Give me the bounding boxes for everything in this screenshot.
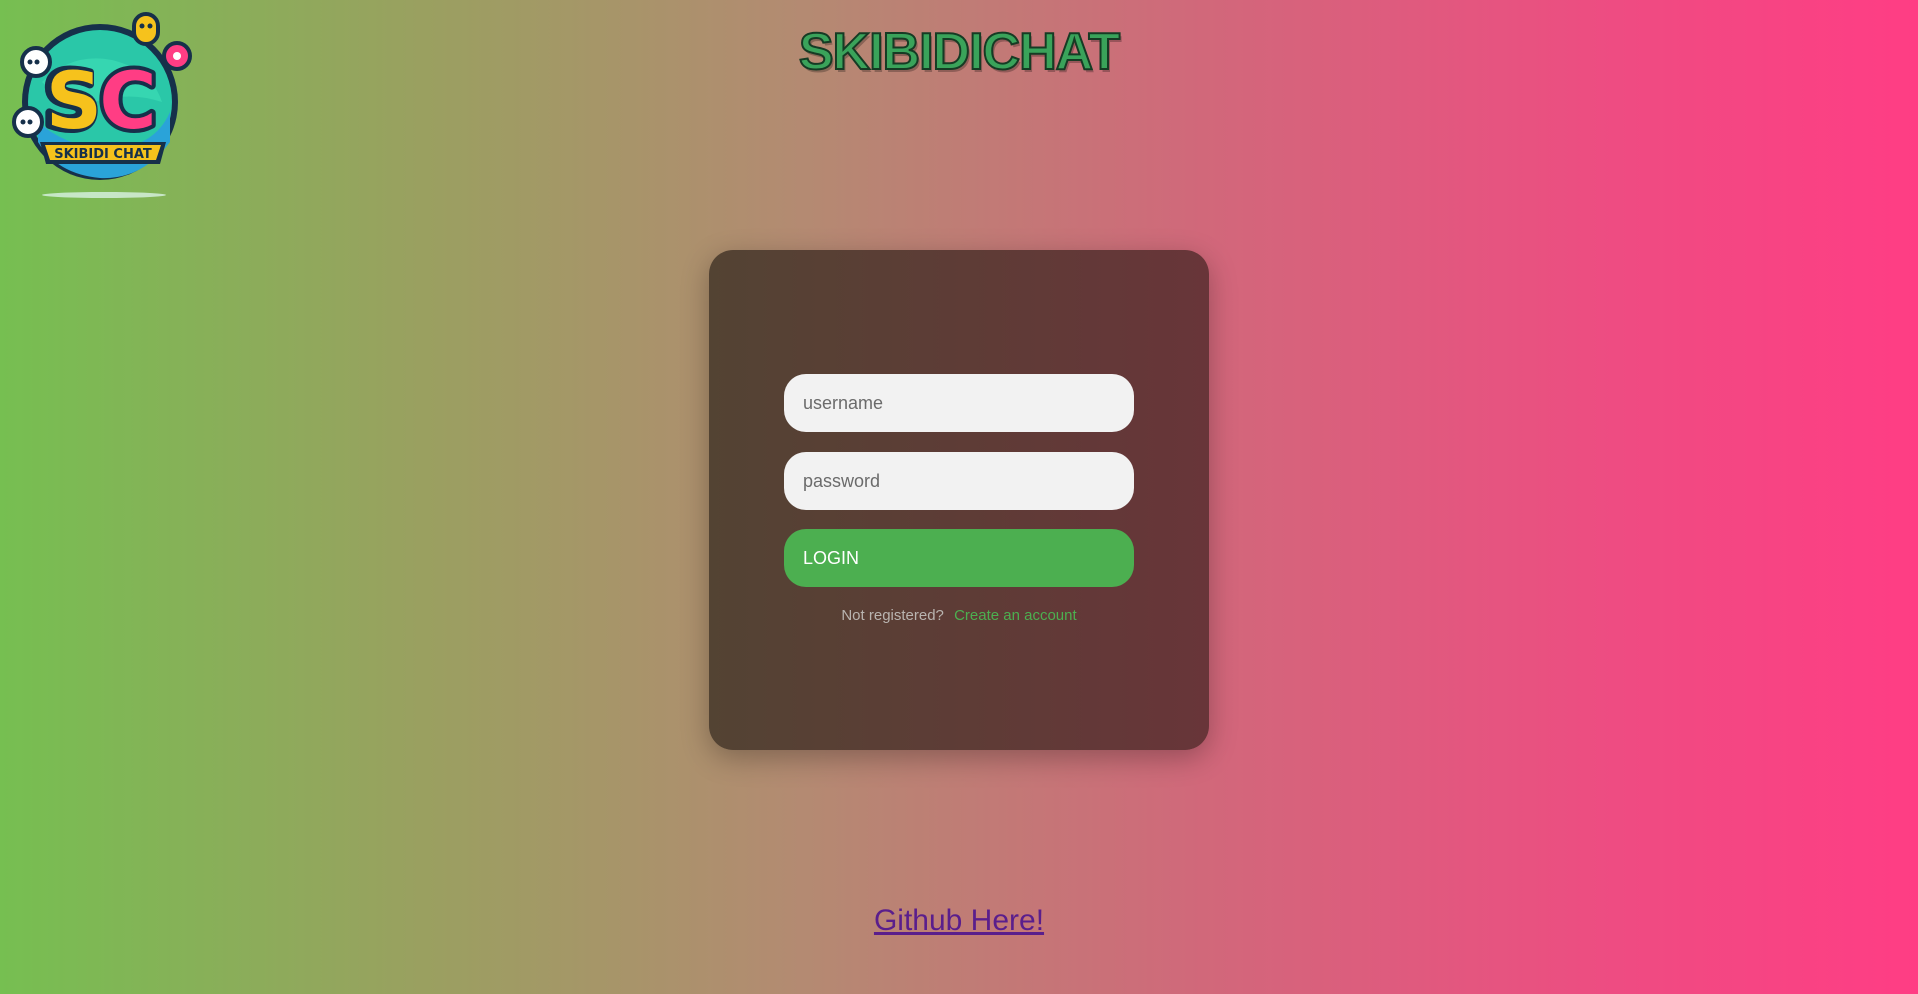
create-account-link[interactable]: Create an account — [954, 607, 1077, 624]
svg-text:SKIBIDI CHAT: SKIBIDI CHAT — [54, 147, 152, 162]
github-link[interactable]: Github Here! — [874, 904, 1044, 937]
not-registered-text: Not registered? — [841, 607, 944, 624]
login-button[interactable]: LOGIN — [784, 529, 1134, 587]
page-title: SKIBIDICHAT — [798, 22, 1121, 82]
password-input[interactable] — [784, 452, 1134, 510]
username-input[interactable] — [784, 374, 1134, 432]
login-card: LOGIN Not registered? Create an account — [709, 250, 1209, 750]
register-prompt: Not registered? Create an account — [709, 607, 1209, 624]
github-link-container: Github Here! — [0, 904, 1918, 938]
